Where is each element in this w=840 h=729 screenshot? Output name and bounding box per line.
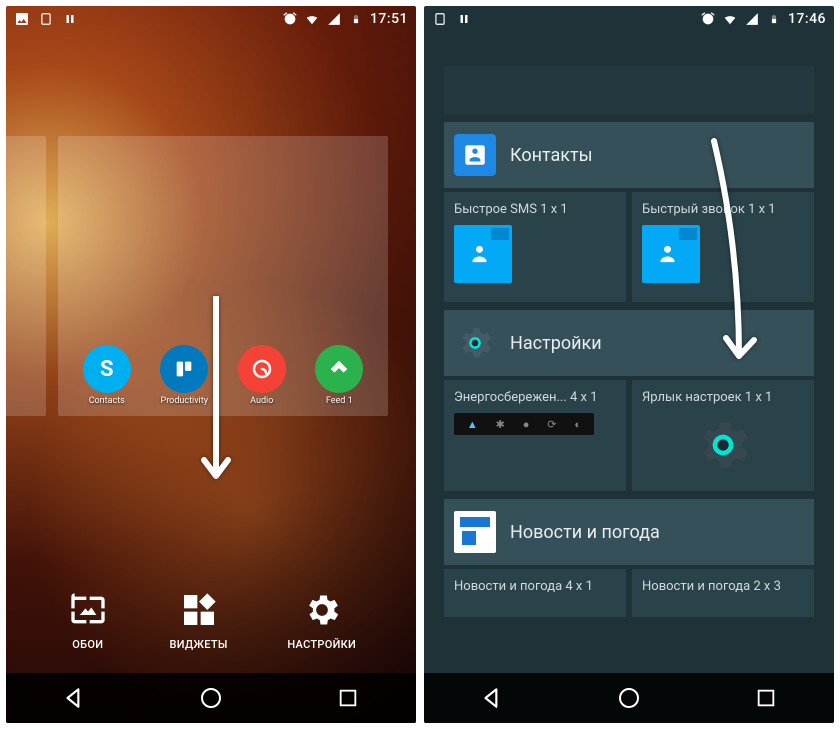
widget-quick-call[interactable]: Быстрый звонок 1 x 1: [632, 192, 814, 302]
home-button[interactable]: [196, 683, 226, 713]
recent-button[interactable]: [333, 683, 363, 713]
navigation-bar: [424, 673, 834, 723]
section-title: Новости и погода: [510, 522, 660, 543]
image-icon: [14, 11, 30, 27]
widget-preview-faded: [444, 66, 814, 114]
widget-quick-sms[interactable]: Быстрое SMS 1 x 1: [444, 192, 626, 302]
back-button[interactable]: [59, 683, 89, 713]
sms-widget-icon: [454, 225, 512, 283]
sim-icon: [38, 11, 54, 27]
section-news: Новости и погода: [444, 499, 814, 565]
clock: 17:51: [370, 11, 408, 27]
power-widget-preview: ▲✱●⟳◐: [454, 413, 594, 435]
app-audio[interactable]: Audio: [233, 345, 291, 406]
settings-widgets: Энергосбережен... 4 x 1 ▲✱●⟳◐ Ярлык наст…: [444, 376, 814, 491]
battery-icon: [766, 11, 782, 27]
news-widgets: Новости и погода 4 x 1 Новости и погода …: [444, 565, 814, 617]
wifi-icon: [722, 11, 738, 27]
gear-icon: [300, 588, 344, 632]
home-screen-overview: S Contacts Productivity Audio: [6, 136, 416, 416]
section-title: Контакты: [510, 145, 593, 166]
section-contacts: Контакты: [444, 122, 814, 188]
contacts-icon: [454, 134, 496, 176]
widget-settings-shortcut[interactable]: Ярлык настроек 1 x 1: [632, 380, 814, 491]
home-page-prev[interactable]: [6, 136, 46, 416]
clock: 17:46: [788, 11, 826, 27]
alarm-icon: [282, 11, 298, 27]
contacts-widgets: Быстрое SMS 1 x 1 Быстрый звонок 1 x 1: [444, 188, 814, 302]
home-page-current[interactable]: S Contacts Productivity Audio: [58, 136, 388, 416]
status-bar: 17:46: [424, 6, 834, 32]
home-button[interactable]: [614, 683, 644, 713]
signal-icon: [326, 11, 342, 27]
app-feed[interactable]: Feed 1: [310, 345, 368, 406]
app-row: S Contacts Productivity Audio: [68, 345, 378, 406]
call-widget-icon: [642, 225, 700, 283]
widget-row-faded: [444, 62, 814, 114]
app-productivity[interactable]: Productivity: [155, 345, 213, 406]
pause-icon: [62, 11, 78, 27]
skype-icon: S: [83, 345, 131, 393]
battery-icon: [348, 11, 364, 27]
widget-news-4x1[interactable]: Новости и погода 4 x 1: [444, 569, 626, 617]
trello-icon: [160, 345, 208, 393]
settings-button[interactable]: НАСТРОЙКИ: [287, 588, 356, 651]
widgets-icon: [177, 588, 221, 632]
alarm-icon: [700, 11, 716, 27]
status-bar: 17:51: [6, 6, 416, 32]
settings-section-icon: [454, 322, 496, 364]
gear-large-icon: [691, 413, 755, 477]
widget-power[interactable]: Энергосбережен... 4 x 1 ▲✱●⟳◐: [444, 380, 626, 491]
wallpaper-button[interactable]: ОБОИ: [66, 588, 110, 651]
widgets-button[interactable]: ВИДЖЕТЫ: [169, 588, 227, 651]
phone-right: 17:46 Контакты Быстрое SMS 1 x 1: [424, 6, 834, 723]
feedly-icon: [315, 345, 363, 393]
news-icon: [454, 511, 496, 553]
navigation-bar: [6, 673, 416, 723]
section-settings: Настройки: [444, 310, 814, 376]
pocketcasts-icon: [238, 345, 286, 393]
overview-actions: ОБОИ ВИДЖЕТЫ НАСТРОЙКИ: [6, 588, 416, 651]
section-title: Настройки: [510, 333, 602, 354]
widget-news-2x3[interactable]: Новости и погода 2 x 3: [632, 569, 814, 617]
wifi-icon: [304, 11, 320, 27]
widget-picker[interactable]: Контакты Быстрое SMS 1 x 1 Быстрый звоно…: [444, 62, 814, 667]
wallpaper-icon: [66, 588, 110, 632]
signal-icon: [744, 11, 760, 27]
app-contacts[interactable]: S Contacts: [78, 345, 136, 406]
phone-left: 17:51 S Contacts Productivity: [6, 6, 416, 723]
recent-button[interactable]: [751, 683, 781, 713]
pause-icon: [456, 11, 472, 27]
sim-icon: [432, 11, 448, 27]
back-button[interactable]: [477, 683, 507, 713]
